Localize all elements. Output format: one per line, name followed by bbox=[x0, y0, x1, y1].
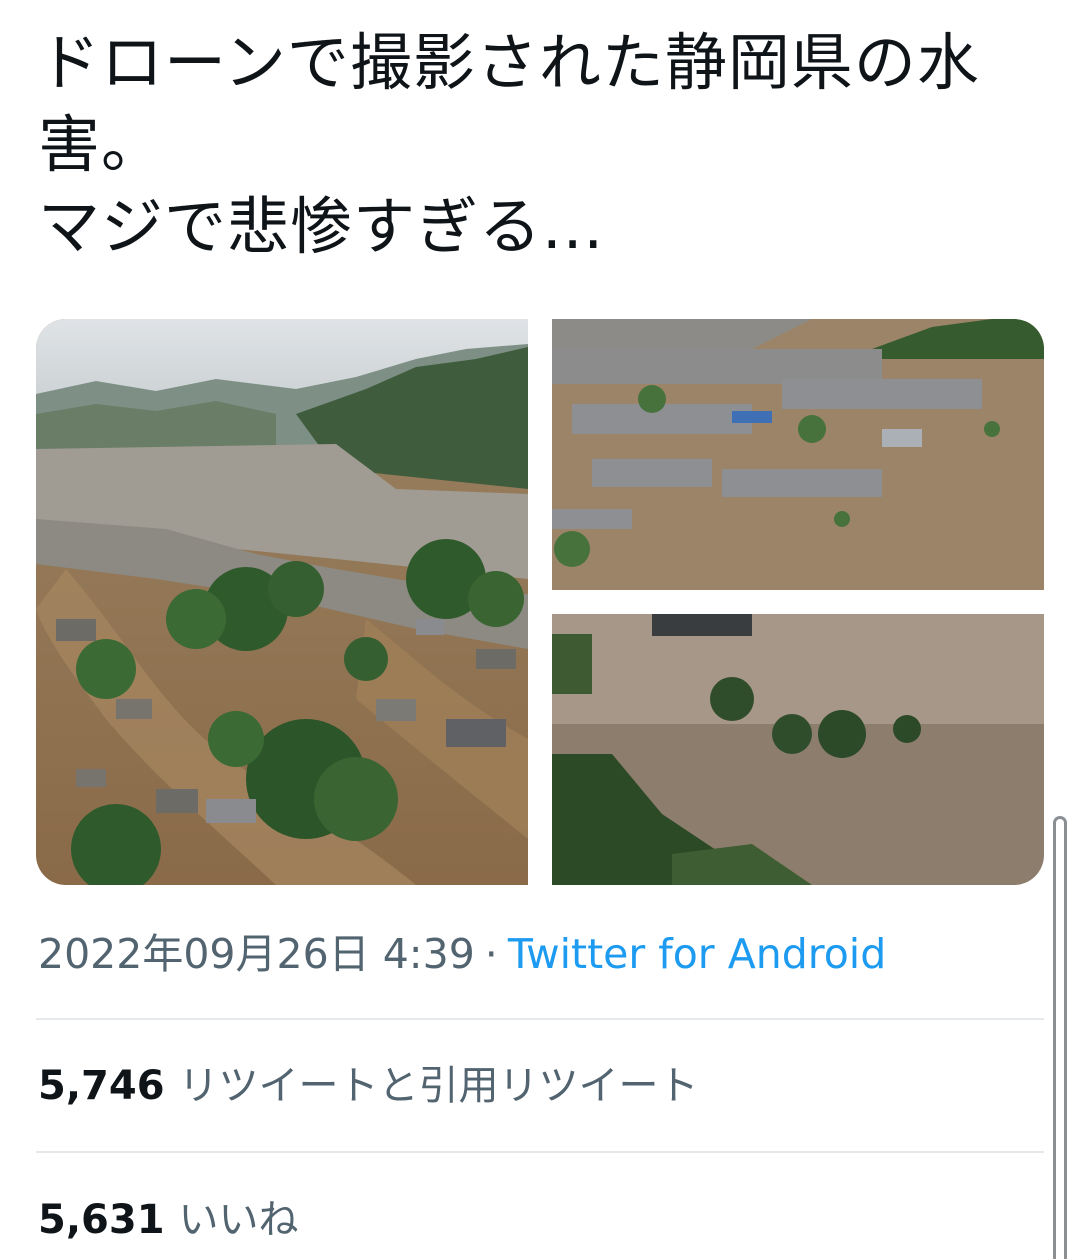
scrollbar[interactable] bbox=[1053, 816, 1067, 1259]
divider bbox=[36, 1151, 1044, 1153]
likes-label: いいね bbox=[178, 1197, 299, 1243]
tweet-photo-1[interactable] bbox=[36, 319, 528, 885]
likes-stat[interactable]: 5,631 いいね bbox=[38, 1192, 299, 1248]
likes-count: 5,631 bbox=[38, 1197, 165, 1243]
tweet-source-link[interactable]: Twitter for Android bbox=[508, 930, 886, 978]
retweets-stat[interactable]: 5,746 リツイートと引用リツイート bbox=[38, 1058, 699, 1114]
tweet-photo-2[interactable] bbox=[552, 319, 1044, 590]
tweet-text-line: 害。 bbox=[38, 108, 165, 181]
meta-separator: · bbox=[484, 930, 498, 978]
tweet-text: ドローンで撮影された静岡県の水 害。 マジで悲惨すぎる... bbox=[38, 22, 1048, 268]
divider bbox=[36, 1018, 1044, 1020]
retweets-label: リツイートと引用リツイート bbox=[178, 1063, 699, 1109]
tweet-timestamp[interactable]: 2022年09月26日 4:39 bbox=[38, 930, 475, 978]
tweet-photo-3[interactable] bbox=[552, 614, 1044, 885]
media-grid bbox=[36, 319, 1044, 885]
tweet-text-line: マジで悲惨すぎる... bbox=[38, 190, 605, 263]
tweet-text-line: ドローンで撮影された静岡県の水 bbox=[38, 26, 980, 99]
tweet-meta: 2022年09月26日 4:39 · Twitter for Android bbox=[38, 926, 886, 982]
retweets-count: 5,746 bbox=[38, 1063, 165, 1109]
